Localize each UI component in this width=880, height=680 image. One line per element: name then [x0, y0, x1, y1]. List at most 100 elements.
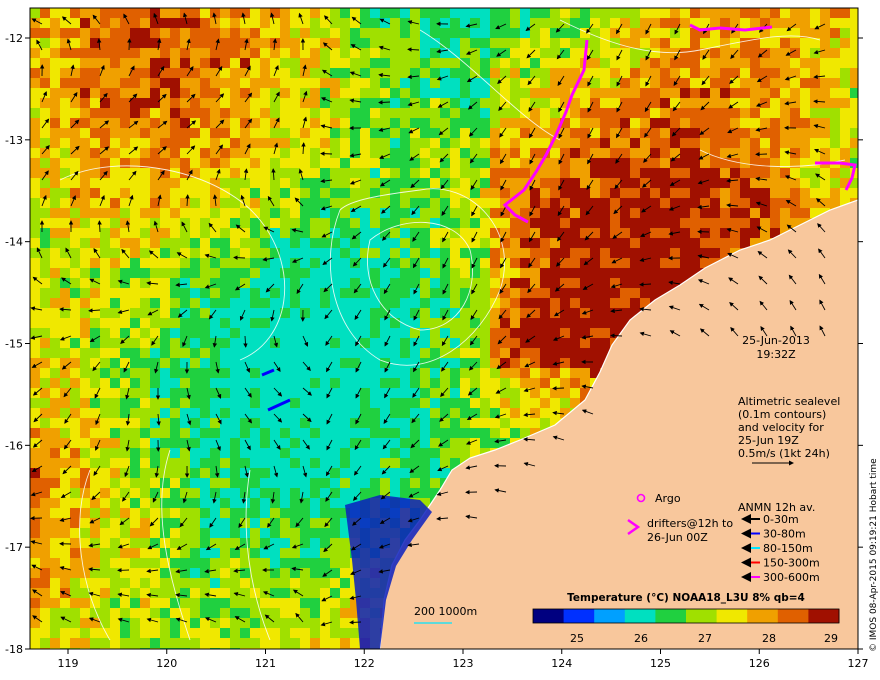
sst-cell: [200, 8, 210, 18]
sst-cell: [360, 98, 370, 108]
sst-cell: [460, 28, 470, 38]
sst-cell: [500, 338, 510, 348]
sst-cell: [280, 198, 290, 208]
sst-cell: [30, 268, 40, 278]
sst-cell: [40, 378, 50, 388]
sst-cell: [540, 288, 550, 298]
sst-cell: [620, 278, 630, 288]
sst-cell: [50, 388, 60, 398]
sst-cell: [150, 388, 160, 398]
sst-cell: [120, 268, 130, 278]
sst-cell: [260, 348, 270, 358]
sst-cell: [280, 88, 290, 98]
sst-cell: [200, 388, 210, 398]
sst-cell: [510, 88, 520, 98]
sst-cell: [360, 458, 370, 468]
sst-cell: [170, 218, 180, 228]
sst-cell: [620, 48, 630, 58]
sst-cell: [250, 488, 260, 498]
sst-cell: [40, 448, 50, 458]
sst-cell: [720, 48, 730, 58]
sst-cell: [410, 348, 420, 358]
sst-cell: [120, 188, 130, 198]
sst-cell: [130, 568, 140, 578]
sst-cell: [590, 298, 600, 308]
sst-cell: [480, 388, 490, 398]
sst-cell: [80, 238, 90, 248]
sst-cell: [240, 418, 250, 428]
sst-cell: [420, 258, 430, 268]
sst-cell: [320, 108, 330, 118]
sst-cell: [390, 368, 400, 378]
sst-cell: [60, 268, 70, 278]
sst-cell: [620, 18, 630, 28]
sst-cell: [660, 208, 670, 218]
sst-cell: [790, 138, 800, 148]
sst-cell: [240, 348, 250, 358]
sst-cell: [800, 198, 810, 208]
sst-cell: [150, 88, 160, 98]
sst-cell: [310, 278, 320, 288]
sst-cell: [190, 498, 200, 508]
sst-cell: [60, 578, 70, 588]
sst-cell: [90, 88, 100, 98]
sst-cell: [280, 8, 290, 18]
sst-cell: [530, 418, 540, 428]
sst-cell: [200, 528, 210, 538]
sst-cell: [390, 108, 400, 118]
sst-cell: [550, 158, 560, 168]
sst-cell: [250, 378, 260, 388]
sst-cell: [370, 18, 380, 28]
sst-cell: [180, 468, 190, 478]
sst-cell: [440, 178, 450, 188]
sst-cell: [100, 368, 110, 378]
sst-cell: [370, 138, 380, 148]
sst-cell: [720, 8, 730, 18]
sst-cell: [150, 258, 160, 268]
sst-cell: [630, 8, 640, 18]
sst-cell: [460, 358, 470, 368]
sst-cell: [480, 348, 490, 358]
sst-cell: [390, 348, 400, 358]
sst-cell: [270, 498, 280, 508]
sst-cell: [410, 188, 420, 198]
sst-cell: [470, 298, 480, 308]
sst-cell: [800, 108, 810, 118]
sst-cell: [210, 118, 220, 128]
sst-cell: [70, 488, 80, 498]
sst-cell: [220, 158, 230, 168]
sst-cell: [770, 58, 780, 68]
sst-cell: [740, 118, 750, 128]
sst-cell: [340, 98, 350, 108]
sst-cell: [590, 168, 600, 178]
sst-cell: [340, 58, 350, 68]
sst-cell: [150, 98, 160, 108]
sst-cell: [250, 58, 260, 68]
sst-cell: [230, 18, 240, 28]
sst-cell: [310, 538, 320, 548]
sst-cell: [100, 318, 110, 328]
sst-cell: [390, 208, 400, 218]
sst-cell: [320, 28, 330, 38]
sst-cell: [240, 58, 250, 68]
sst-cell: [140, 218, 150, 228]
sst-cell: [140, 18, 150, 28]
sst-cell: [180, 98, 190, 108]
sst-cell: [30, 138, 40, 148]
sst-cell: [240, 598, 250, 608]
sst-cell: [620, 108, 630, 118]
sst-cell: [630, 18, 640, 28]
sst-cell: [250, 458, 260, 468]
sst-cell: [570, 198, 580, 208]
sst-cell: [720, 218, 730, 228]
sst-cell: [200, 508, 210, 518]
sst-cell: [170, 28, 180, 38]
sst-cell: [90, 548, 100, 558]
sst-cell: [620, 148, 630, 158]
sst-cell: [110, 258, 120, 268]
sst-cell: [810, 188, 820, 198]
sst-cell: [350, 448, 360, 458]
sst-cell: [470, 328, 480, 338]
sst-cell: [150, 368, 160, 378]
sst-cell: [700, 38, 710, 48]
